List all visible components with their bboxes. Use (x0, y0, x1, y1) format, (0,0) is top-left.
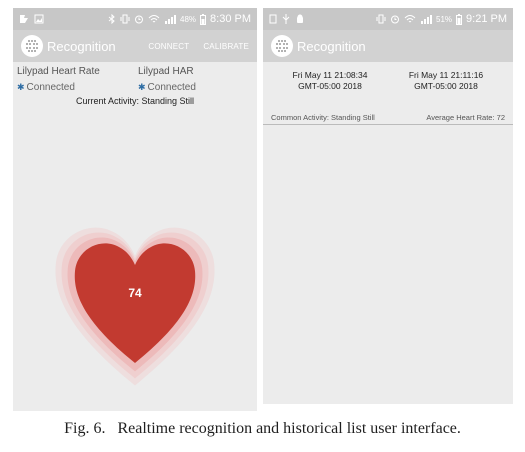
figure-caption: Fig. 6. Realtime recognition and histori… (64, 420, 461, 437)
clock-time: 8:30 PM (210, 13, 251, 25)
vibrate-icon (376, 14, 386, 24)
wifi-icon (148, 14, 160, 24)
heart-rate-display: 74 (13, 193, 257, 393)
device-name: Lilypad HAR (138, 66, 194, 77)
app-logo-icon (271, 35, 293, 57)
battery-level: 48% (180, 14, 197, 24)
alarm-icon (390, 14, 400, 24)
bluetooth-icon (108, 14, 116, 24)
clock-time: 9:21 PM (466, 13, 507, 25)
vibrate-icon (120, 14, 130, 24)
notification-icon (19, 14, 29, 24)
status-bar: 51% 9:21 PM (263, 8, 513, 30)
app-title: Recognition (47, 38, 116, 54)
bluetooth-icon: ✱ (17, 82, 25, 92)
image-icon (34, 14, 44, 24)
connection-status: Connected (26, 82, 75, 93)
realtime-screen: 48% 8:30 PM Recognition CONNECT CALIBRAT… (13, 8, 257, 411)
history-list-item[interactable]: Fri May 11 21:08:34 GMT-05:00 2018 Fri M… (263, 62, 513, 110)
bluetooth-icon: ✱ (138, 82, 146, 92)
battery-level: 51% (436, 14, 453, 24)
entry-date: Fri May 11 21:08:34 (292, 70, 368, 80)
signal-icon (420, 14, 433, 24)
entry-timezone: GMT-05:00 2018 (298, 81, 362, 91)
history-screen: 51% 9:21 PM Recognition Fri May 11 21:08… (263, 8, 513, 404)
battery-icon (200, 13, 207, 25)
usb-icon (282, 14, 290, 24)
average-heart-rate: Average Heart Rate: 72 (426, 112, 505, 122)
device-har: Lilypad HAR ✱ Connected (138, 66, 196, 93)
entry-date: Fri May 11 21:11:16 (408, 70, 484, 80)
notification-icon (269, 14, 277, 24)
history-summary: Common Activity: Standing Still Average … (263, 110, 513, 125)
calibrate-button[interactable]: CALIBRATE (203, 42, 249, 51)
connect-button[interactable]: CONNECT (148, 42, 189, 51)
history-entry: Fri May 11 21:08:34 GMT-05:00 2018 (275, 70, 385, 92)
battery-icon (456, 13, 463, 25)
app-bar: Recognition (263, 30, 513, 62)
history-entry: Fri May 11 21:11:16 GMT-05:00 2018 (391, 70, 501, 92)
app-title: Recognition (297, 38, 366, 54)
wifi-icon (404, 14, 416, 24)
current-activity: Current Activity: Standing Still (75, 96, 195, 106)
app-logo-icon (21, 35, 43, 57)
device-name: Lilypad Heart Rate (17, 66, 100, 77)
alarm-icon (134, 14, 144, 24)
status-bar: 48% 8:30 PM (13, 8, 257, 30)
app-bar: Recognition CONNECT CALIBRATE (13, 30, 257, 62)
device-list: Lilypad Heart Rate ✱ Connected Lilypad H… (13, 62, 257, 94)
entry-timezone: GMT-05:00 2018 (414, 81, 478, 91)
device-heart-rate: Lilypad Heart Rate ✱ Connected (17, 66, 100, 93)
android-icon (295, 14, 305, 24)
connection-status: Connected (147, 82, 196, 93)
signal-icon (164, 14, 177, 24)
heart-rate-value: 74 (128, 286, 142, 300)
common-activity: Common Activity: Standing Still (271, 112, 375, 122)
